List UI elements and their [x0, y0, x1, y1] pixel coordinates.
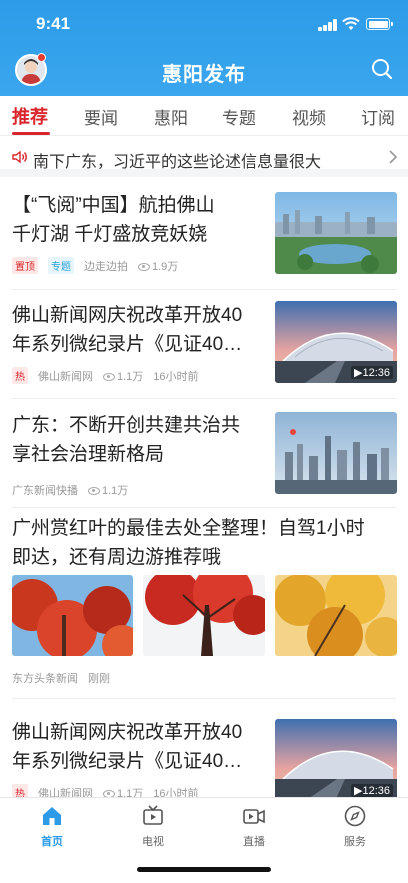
video-thumbnail[interactable]: ▶12:36	[275, 719, 397, 801]
nav-home-label: 首页	[41, 836, 63, 848]
news-item[interactable]: 佛山新闻网庆祝改革开放40 年系列微纪录片《见证40… 热佛山新闻网 1.1万 16…	[0, 706, 408, 806]
news-title-line: 佛山新闻网庆祝改革开放40	[12, 305, 243, 326]
status-time: 9:41	[36, 14, 71, 33]
nav-tv[interactable]: 电视	[123, 804, 183, 849]
news-title-line: 广东：不断开创共建共治共	[12, 415, 241, 436]
active-tab-indicator	[12, 132, 50, 135]
tab-headlines[interactable]: 要闻	[84, 104, 118, 129]
news-title-line: 年系列微纪录片《见证40…	[12, 334, 243, 355]
news-meta: 置顶 专题 边走边拍 1.9万	[12, 257, 188, 274]
compass-icon	[344, 805, 366, 827]
news-thumbnail[interactable]	[275, 192, 397, 274]
status-bar: 9:41	[0, 0, 408, 48]
news-title-line: 享社会治理新格局	[12, 444, 165, 465]
speaker-icon	[12, 150, 27, 164]
search-icon[interactable]	[370, 57, 394, 81]
news-item[interactable]: 佛山新闻网庆祝改革开放40 年系列微纪录片《见证40… 热佛山新闻网 1.1万 16…	[0, 290, 408, 398]
view-count: 1.9万	[138, 261, 178, 273]
wifi-icon	[342, 17, 360, 30]
news-item[interactable]: 广东：不断开创共建共治共 享社会治理新格局 广东新闻快播 1.1万	[0, 399, 408, 507]
nav-service-label: 服务	[344, 836, 366, 848]
nav-live-label: 直播	[243, 836, 265, 848]
video-duration: ▶12:36	[351, 366, 393, 379]
news-title: 广州赏红叶的最佳去处全整理！自驾1小时 即达，还有周边游推荐哦	[12, 514, 365, 572]
news-meta: 热佛山新闻网 1.1万 16小时前	[12, 367, 209, 384]
news-title: 佛山新闻网庆祝改革开放40 年系列微纪录片《见证40…	[12, 718, 242, 776]
tab-recommended[interactable]: 推荐	[12, 103, 48, 129]
topic-tag: 专题	[48, 257, 74, 274]
news-source: 东方头条新闻	[12, 673, 78, 685]
top-header-bar: 9:41 惠阳发布	[0, 0, 408, 96]
news-meta: 东方头条新闻 刚刚	[12, 670, 120, 686]
tab-video[interactable]: 视频	[292, 104, 326, 129]
category-tabs: 推荐 要闻 惠阳 专题 视频 订阅	[0, 96, 408, 136]
news-item[interactable]: 广州赏红叶的最佳去处全整理！自驾1小时 即达，还有周边游推荐哦 东方头条新闻 刚刚	[0, 508, 408, 698]
eye-icon	[138, 263, 150, 271]
video-thumbnail[interactable]: ▶12:36	[275, 301, 397, 383]
ticker-headline: 南下广东，习近平的这些论述信息量很大	[33, 154, 322, 171]
battery-icon	[366, 18, 393, 30]
news-source: 边走边拍	[84, 261, 128, 273]
eye-icon	[103, 373, 115, 381]
video-duration-text: 12:36	[362, 367, 390, 379]
news-title-line: 广州赏红叶的最佳去处全整理！自驾1小时	[12, 518, 365, 539]
news-meta: 广东新闻快播 1.1万	[12, 482, 138, 498]
chevron-right-icon	[389, 150, 398, 164]
news-ticker[interactable]: 南下广东，习近平的这些论述信息量很大	[0, 137, 408, 177]
news-title: 【“飞阅”中国】航拍佛山 千灯湖 千灯盛放竞妖娆	[12, 191, 215, 249]
pinned-tag: 置顶	[12, 257, 38, 274]
news-image[interactable]	[275, 575, 397, 656]
view-count: 1.1万	[103, 371, 143, 383]
nav-tv-label: 电视	[142, 836, 164, 848]
news-title-line: 即达，还有周边游推荐哦	[12, 547, 222, 568]
news-title: 广东：不断开创共建共治共 享社会治理新格局	[12, 411, 240, 469]
video-duration-text: 12:36	[362, 785, 390, 797]
nav-live[interactable]: 直播	[224, 804, 284, 849]
app-title: 惠阳发布	[162, 64, 246, 86]
cellular-signal-icon	[318, 19, 338, 31]
news-source: 佛山新闻网	[38, 371, 93, 383]
news-image[interactable]	[12, 575, 133, 656]
publish-time: 16小时前	[153, 371, 199, 383]
eye-icon	[88, 487, 100, 495]
tab-topics[interactable]: 专题	[222, 104, 256, 129]
tv-icon	[143, 805, 163, 825]
nav-home[interactable]: 首页	[22, 804, 82, 849]
news-title: 佛山新闻网庆祝改革开放40 年系列微纪录片《见证40…	[12, 301, 242, 359]
home-icon	[43, 807, 61, 825]
home-indicator[interactable]	[137, 867, 271, 872]
tab-subscribe[interactable]: 订阅	[361, 104, 395, 129]
publish-time: 刚刚	[88, 673, 110, 685]
news-title-line: 千灯湖 千灯盛放竞妖娆	[12, 224, 208, 245]
news-image[interactable]	[143, 575, 265, 656]
news-title-line: 佛山新闻网庆祝改革开放40	[12, 722, 243, 743]
hot-tag: 热	[12, 367, 28, 384]
news-thumbnail[interactable]	[275, 412, 397, 494]
view-count: 1.1万	[88, 485, 128, 497]
news-title-line: 【“飞阅”中国】航拍佛山	[12, 195, 215, 216]
news-source: 广东新闻快播	[12, 485, 78, 497]
live-camera-icon	[243, 809, 265, 824]
video-duration: ▶12:36	[351, 784, 393, 797]
tab-huiyang[interactable]: 惠阳	[154, 104, 188, 129]
news-item[interactable]: 【“飞阅”中国】航拍佛山 千灯湖 千灯盛放竞妖娆 置顶 专题 边走边拍 1.9万	[0, 177, 408, 289]
news-title-line: 年系列微纪录片《见证40…	[12, 751, 243, 772]
nav-service[interactable]: 服务	[325, 804, 385, 849]
divider	[12, 698, 396, 699]
